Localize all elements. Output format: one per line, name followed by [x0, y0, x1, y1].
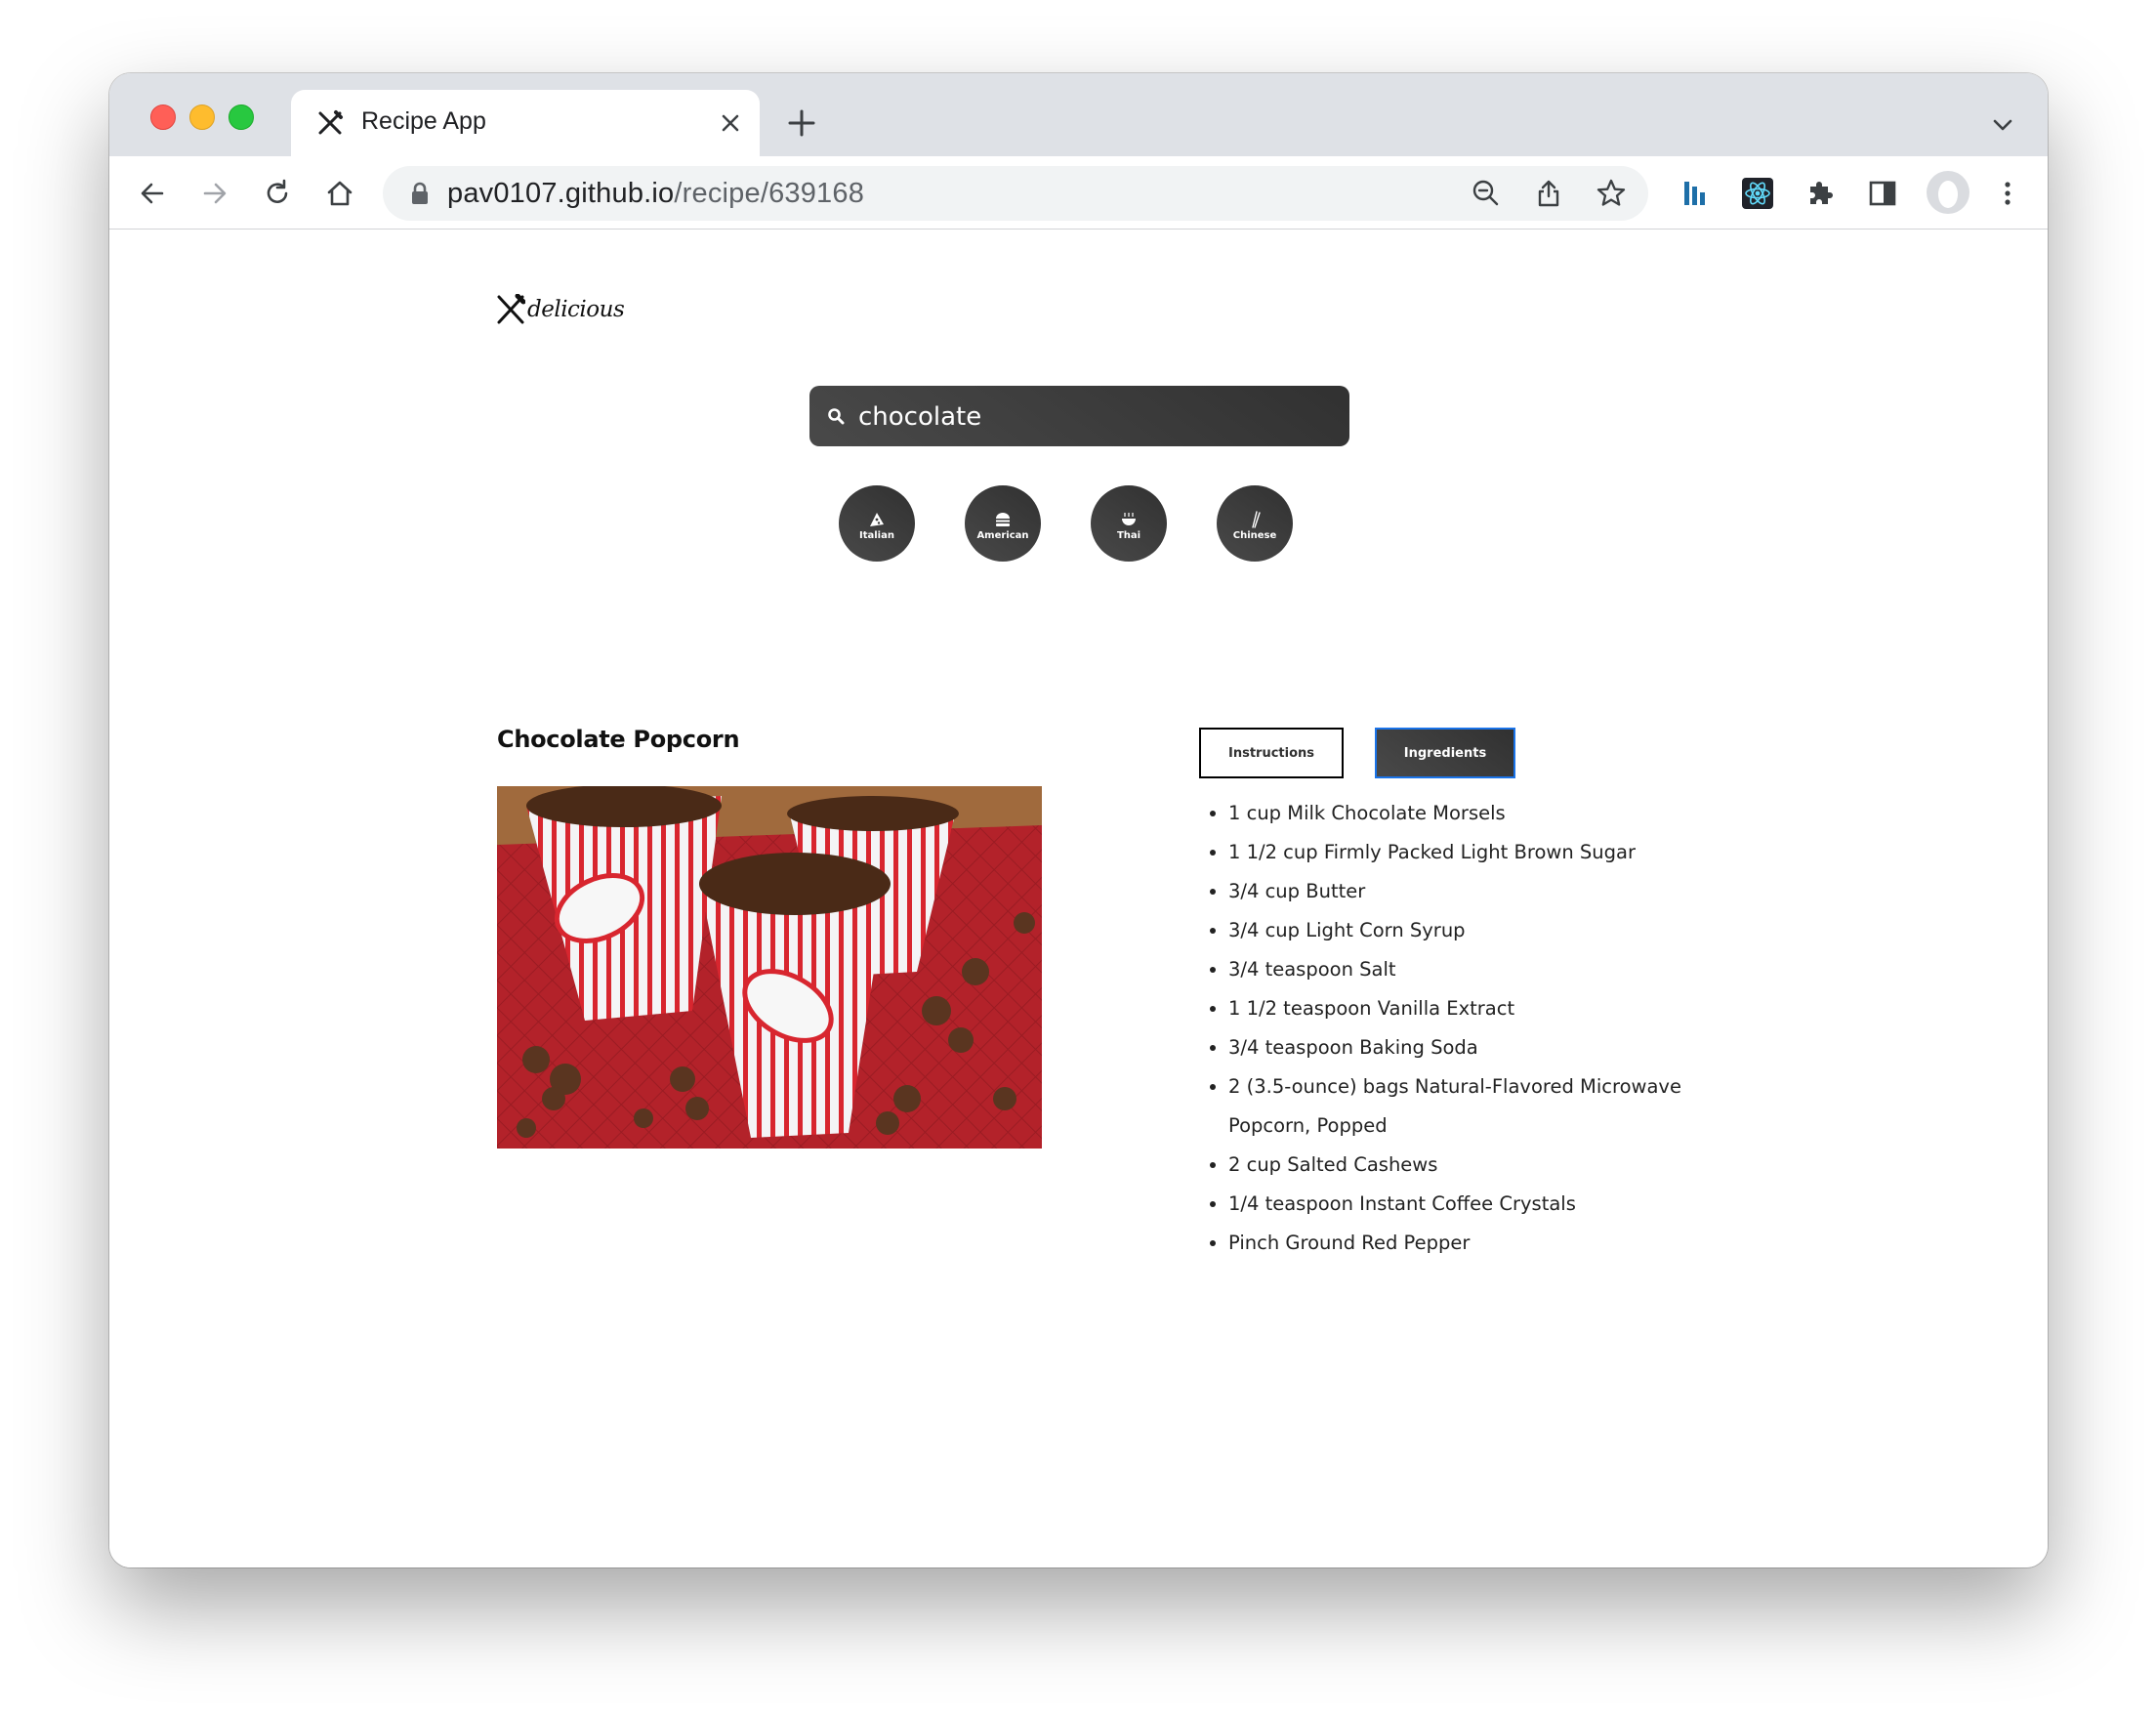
- ingredient-item: 3/4 cup Butter: [1228, 872, 1736, 911]
- react-devtools-icon[interactable]: [1742, 178, 1773, 209]
- instructions-tab-button[interactable]: Instructions: [1199, 728, 1344, 778]
- back-arrow-icon[interactable]: [137, 178, 168, 209]
- ingredients-tab-button[interactable]: Ingredients: [1375, 728, 1515, 778]
- browser-toolbar: pav0107.github.io/recipe/639168: [109, 156, 2048, 230]
- ingredient-item: 2 cup Salted Cashews: [1228, 1146, 1736, 1185]
- ingredient-item: 3/4 cup Light Corn Syrup: [1228, 911, 1736, 950]
- tab-strip: Recipe App: [109, 73, 2048, 156]
- recipe-title: Chocolate Popcorn: [497, 726, 740, 753]
- search-input[interactable]: [856, 394, 1329, 440]
- reload-icon[interactable]: [262, 178, 293, 209]
- cuisine-nav: Italian American Thai Chinese: [839, 485, 1298, 564]
- profile-avatar-icon[interactable]: [1926, 170, 1970, 215]
- close-window-button[interactable]: [150, 104, 176, 130]
- search-bar[interactable]: [809, 386, 1349, 446]
- cuisine-label: Italian: [859, 529, 894, 541]
- cuisine-link-thai[interactable]: Thai: [1091, 485, 1167, 562]
- extension-bars-icon[interactable]: [1679, 178, 1711, 209]
- hamburger-icon: [996, 512, 1010, 526]
- ingredient-item: 1/4 teaspoon Instant Coffee Crystals: [1228, 1185, 1736, 1224]
- share-icon[interactable]: [1533, 178, 1564, 209]
- chopsticks-icon: [1252, 510, 1261, 528]
- cuisine-link-chinese[interactable]: Chinese: [1217, 485, 1293, 562]
- browser-tab-active[interactable]: Recipe App: [291, 90, 760, 156]
- logo-text: delicious: [527, 297, 625, 322]
- forward-arrow-icon[interactable]: [199, 178, 230, 209]
- search-icon: [828, 408, 845, 425]
- recipe-photo: [497, 786, 1042, 1149]
- kebab-menu-icon[interactable]: [1992, 178, 2023, 209]
- url-text[interactable]: pav0107.github.io/recipe/639168: [447, 178, 864, 210]
- ingredients-list: 1 cup Milk Chocolate Morsels 1 1/2 cup F…: [1199, 794, 1736, 1263]
- home-icon[interactable]: [324, 178, 355, 209]
- fork-knife-icon: [318, 110, 343, 135]
- app-logo[interactable]: delicious: [496, 290, 625, 329]
- minimize-window-button[interactable]: [189, 104, 215, 130]
- lock-icon[interactable]: [410, 182, 430, 205]
- ingredient-item: 1 1/2 teaspoon Vanilla Extract: [1228, 989, 1736, 1028]
- ingredient-item: Pinch Ground Red Pepper: [1228, 1224, 1736, 1263]
- puzzle-piece-icon[interactable]: [1804, 178, 1836, 209]
- new-tab-icon[interactable]: [787, 108, 816, 138]
- page-content: delicious Italian: [109, 230, 2048, 1567]
- bookmark-star-icon[interactable]: [1596, 178, 1627, 209]
- cuisine-link-american[interactable]: American: [965, 485, 1041, 562]
- ingredient-item: 1 1/2 cup Firmly Packed Light Brown Suga…: [1228, 833, 1736, 872]
- cuisine-label: American: [976, 529, 1029, 541]
- tab-title: Recipe App: [361, 107, 486, 135]
- zoom-out-icon[interactable]: [1471, 178, 1502, 209]
- address-bar[interactable]: pav0107.github.io/recipe/639168: [383, 166, 1648, 221]
- ingredient-item: 1 cup Milk Chocolate Morsels: [1228, 794, 1736, 833]
- cuisine-label: Chinese: [1232, 529, 1277, 541]
- close-tab-icon[interactable]: [719, 111, 742, 135]
- side-panel-icon[interactable]: [1867, 178, 1898, 209]
- browser-window: Recipe App pav0107.github.io/recipe/6391…: [109, 73, 2048, 1567]
- fork-knife-icon: [497, 294, 525, 324]
- cuisine-label: Thai: [1116, 529, 1141, 541]
- cuisine-link-italian[interactable]: Italian: [839, 485, 915, 562]
- ingredient-item: 3/4 teaspoon Salt: [1228, 950, 1736, 989]
- ingredient-item: 3/4 teaspoon Baking Soda: [1228, 1028, 1736, 1067]
- ingredient-item: 2 (3.5-ounce) bags Natural-Flavored Micr…: [1228, 1067, 1736, 1146]
- noodle-bowl-icon: [1122, 512, 1136, 525]
- pizza-icon: [870, 512, 884, 526]
- chevron-down-icon[interactable]: [1990, 112, 2015, 138]
- maximize-window-button[interactable]: [228, 104, 254, 130]
